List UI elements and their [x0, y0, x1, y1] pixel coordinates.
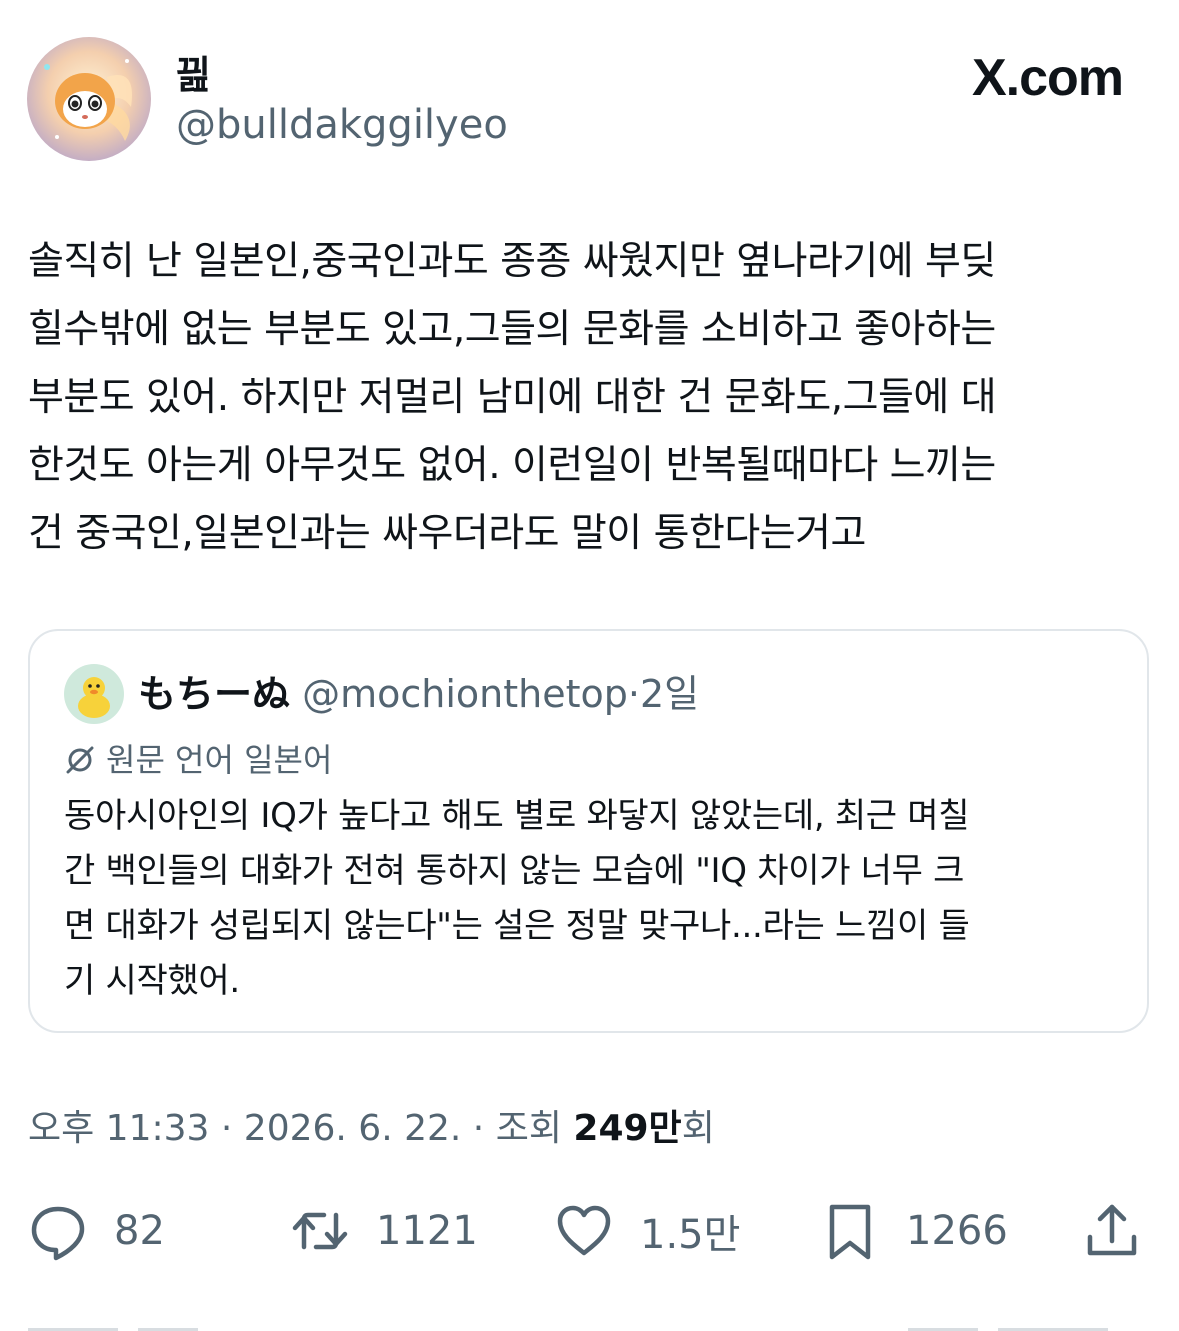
avatar-image [27, 37, 151, 161]
brand-logo: X.com [971, 48, 1124, 108]
quoted-tweet[interactable]: もちーぬ @mochionthetop·2일 원문 언어 일본어 동아시아인의 … [28, 629, 1149, 1033]
quoted-text: 동아시아인의 IQ가 높다고 해도 별로 와닿지 않았는데, 최근 며칠 간 백… [64, 796, 970, 1001]
reply-button[interactable]: 82 [28, 1196, 165, 1266]
avatar[interactable] [27, 37, 151, 161]
bookmark-icon [829, 1204, 871, 1260]
views-count: 249만 [573, 1108, 682, 1149]
reply-icon [31, 1206, 85, 1261]
action-bar: 82 1121 1.5만 1266 [0, 1196, 1179, 1266]
next-content-fragment [28, 1318, 1148, 1331]
translate-icon [66, 746, 94, 774]
meta-separator: · [472, 1108, 485, 1149]
quoted-header: もちーぬ @mochionthetop·2일 [138, 669, 699, 719]
views-label: 조회 [495, 1108, 562, 1149]
brand-domain: .com [1005, 49, 1124, 107]
tweet-text: 솔직히 난 일본인,중국인과도 종종 싸웠지만 옆나라기에 부딪 힐수밖에 없는… [28, 239, 997, 556]
meta-separator: · [220, 1108, 233, 1149]
translation-note[interactable]: 원문 언어 일본어 [64, 739, 332, 781]
tweet-time[interactable]: 오후 11:33 [28, 1108, 209, 1149]
quoted-time[interactable]: 2일 [640, 672, 699, 716]
like-count: 1.5만 [640, 1212, 741, 1258]
quoted-avatar[interactable] [64, 664, 124, 724]
share-icon [1087, 1204, 1137, 1256]
quoted-handle[interactable]: @mochionthetop [302, 672, 628, 716]
like-button[interactable]: 1.5만 [554, 1196, 740, 1266]
bookmark-count: 1266 [906, 1208, 1008, 1254]
tweet-date[interactable]: 2026. 6. 22. [244, 1108, 462, 1149]
quoted-display-name[interactable]: もちーぬ [138, 672, 290, 716]
duck-avatar-image [64, 664, 124, 724]
retweet-icon [292, 1212, 348, 1250]
clipped-text-fragment [28, 1328, 1108, 1331]
quoted-separator: · [627, 672, 640, 716]
translation-note-label: 원문 언어 일본어 [106, 741, 333, 779]
reply-count: 82 [114, 1208, 165, 1254]
x-logo-icon: X [971, 49, 1007, 107]
tweet-meta: 오후 11:33 · 2026. 6. 22. · 조회 249만회 [28, 1104, 715, 1154]
retweet-button[interactable]: 1121 [290, 1196, 478, 1266]
heart-icon [557, 1205, 611, 1256]
share-button[interactable] [1082, 1196, 1142, 1266]
display-name[interactable]: 끮 [176, 52, 211, 98]
views-suffix: 회 [681, 1108, 715, 1149]
retweet-count: 1121 [376, 1208, 478, 1254]
user-handle[interactable]: @bulldakggilyeo [176, 100, 508, 150]
bookmark-button[interactable]: 1266 [820, 1196, 1008, 1266]
